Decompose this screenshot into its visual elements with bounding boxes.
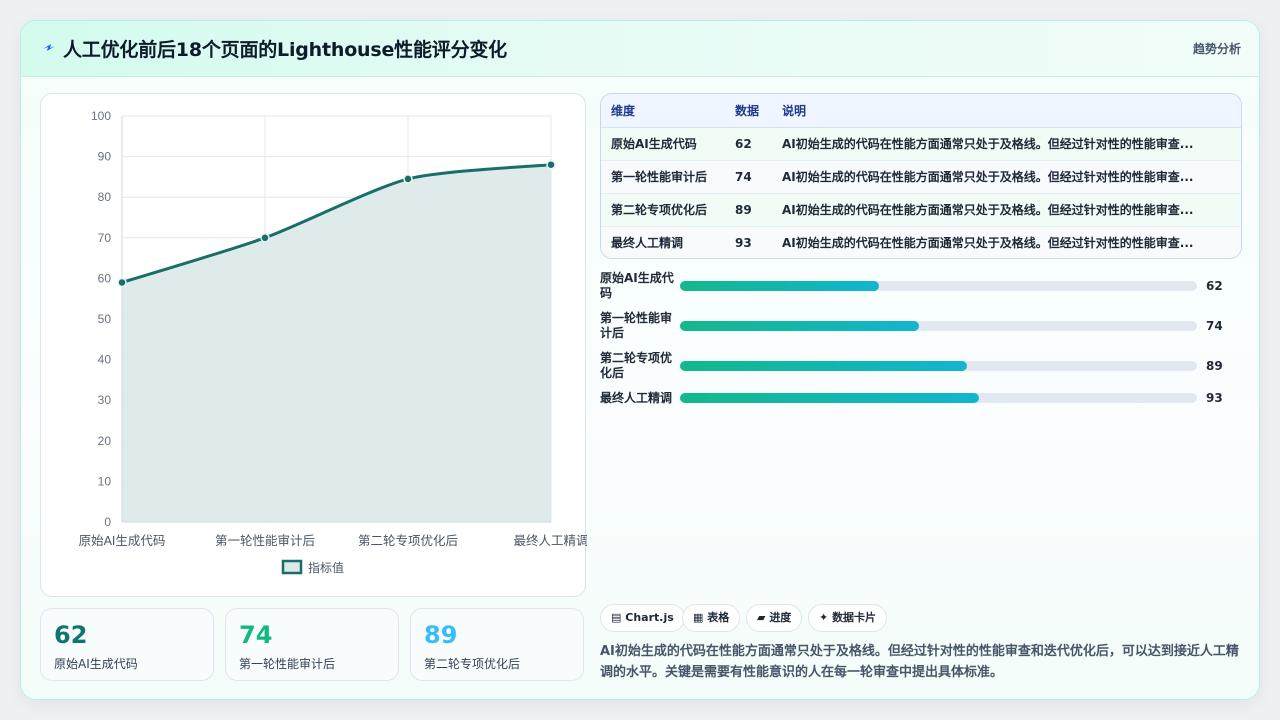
data-point (546, 159, 556, 170)
progress-track (680, 393, 1197, 403)
y-tick-label: 50 (98, 312, 112, 326)
x-tick-label: 最终人工精调 (513, 533, 587, 548)
progress-fill (680, 393, 979, 403)
chart-icon: ▤ (611, 611, 622, 624)
y-tick-label: 40 (98, 353, 112, 367)
legend-label: 指标值 (308, 560, 344, 575)
stat-label: 原始AI生成代码 (54, 657, 138, 671)
page-title: 人工优化前后18个页面的Lighthouse性能评分变化 (63, 39, 507, 61)
column-header-description: 说明 (772, 94, 1241, 128)
stat-card-3: 89 第二轮专项优化后 (410, 608, 584, 681)
data-point (260, 233, 270, 243)
column-header-dimension: 维度 (601, 94, 725, 128)
x-tick-label: 原始AI生成代码 (79, 534, 166, 548)
stat-value: 74 (239, 621, 273, 649)
cell-description: AI初始生成的代码在性能方面通常只处于及格线。但经过针对性的性能审查... (772, 160, 1241, 194)
y-tick-label: 70 (98, 231, 112, 245)
progress-value: 74 (1206, 319, 1223, 333)
chip-label: 进度 (769, 611, 792, 624)
cell-dimension: 最终人工精调 (601, 226, 725, 258)
cell-description: AI初始生成的代码在性能方面通常只处于及格线。但经过针对性的性能审查... (772, 193, 1241, 227)
cell-value: 62 (725, 127, 772, 161)
progress-track (680, 281, 1197, 291)
stat-label: 第二轮专项优化后 (424, 657, 521, 671)
summary-text: AI初始生成的代码在性能方面通常只处于及格线。但经过针对性的性能审查和迭代优化后… (600, 644, 1239, 680)
sparkle-icon (43, 44, 55, 51)
y-tick-label: 60 (98, 271, 112, 285)
y-tick-label: 0 (104, 515, 111, 529)
column-header-data: 数据 (725, 94, 772, 128)
stat-card-2: 74 第一轮性能审计后 (225, 608, 399, 681)
x-tick-label: 第一轮性能审计后 (215, 533, 315, 548)
progress-label: 第二轮专项优化后 (600, 351, 673, 380)
trend-analysis-tag[interactable]: 趋势分析 (1193, 40, 1241, 57)
chip-table[interactable]: ▦ 表格 (682, 604, 741, 632)
data-point (117, 277, 127, 288)
y-tick-label: 20 (98, 434, 112, 448)
progress-label: 最终人工精调 (600, 391, 673, 405)
progress-value: 93 (1206, 391, 1223, 405)
stat-card-1: 62 原始AI生成代码 (40, 608, 214, 681)
chip-chartjs[interactable]: ▤ Chart.js (600, 604, 685, 632)
table-icon: ▦ (693, 611, 704, 624)
line-chart-panel: 0 10 20 30 40 50 60 70 80 90 100 原始AI生成代码 第一轮性能审计后 第二… (40, 93, 587, 597)
table-row: 第一轮性能审计后 74 AI初始生成的代码在性能方面通常只处于及格线。但经过针对… (601, 160, 1241, 194)
y-tick-label: 90 (98, 150, 112, 164)
dashboard-card: 人工优化前后18个页面的Lighthouse性能评分变化 趋势分析 0 10 20 3… (20, 20, 1260, 700)
cell-dimension: 原始AI生成代码 (601, 127, 725, 161)
y-tick-label: 80 (98, 190, 112, 204)
progress-track (680, 321, 1197, 331)
series-area (122, 164, 551, 522)
legend-swatch (281, 559, 303, 575)
progress-fill (680, 361, 967, 371)
cell-description: AI初始生成的代码在性能方面通常只处于及格线。但经过针对性的性能审查... (772, 226, 1241, 258)
chip-progress[interactable]: ▰ 进度 (746, 604, 803, 632)
x-tick-label: 第二轮专项优化后 (358, 533, 458, 548)
progress-fill (680, 321, 919, 331)
cell-dimension: 第二轮专项优化后 (601, 193, 725, 227)
cell-dimension: 第一轮性能审计后 (601, 160, 725, 194)
y-tick-label: 10 (98, 474, 112, 488)
table-row: 最终人工精调 93 AI初始生成的代码在性能方面通常只处于及格线。但经过针对性的… (601, 226, 1241, 258)
data-point (403, 174, 413, 184)
chip-label: Chart.js (625, 611, 674, 624)
progress-fill (680, 281, 880, 291)
table-row: 原始AI生成代码 62 AI初始生成的代码在性能方面通常只处于及格线。但经过针对… (601, 127, 1241, 161)
cell-description: AI初始生成的代码在性能方面通常只处于及格线。但经过针对性的性能审查... (772, 127, 1241, 161)
table-header-row: 维度 数据 说明 (601, 94, 1241, 128)
chip-label: 表格 (707, 611, 730, 624)
progress-track (680, 361, 1197, 371)
data-table: 维度 数据 说明 原始AI生成代码 62 AI初始生成的代码在性能方面通常只处于… (600, 93, 1242, 259)
stat-label: 第一轮性能审计后 (239, 657, 336, 671)
header: 人工优化前后18个页面的Lighthouse性能评分变化 趋势分析 (21, 21, 1259, 77)
stat-value: 62 (54, 621, 88, 649)
cell-value: 74 (725, 160, 772, 194)
chip-label: 数据卡片 (832, 611, 877, 624)
cell-value: 93 (725, 226, 772, 258)
line-chart: 0 10 20 30 40 50 60 70 80 90 100 原始AI生成代码 第一轮性能审计后 第二… (79, 109, 587, 575)
cell-value: 89 (725, 193, 772, 227)
progress-label: 第一轮性能审计后 (600, 311, 673, 340)
card-icon: ✦ (819, 611, 829, 624)
table-row: 第二轮专项优化后 89 AI初始生成的代码在性能方面通常只处于及格线。但经过针对… (601, 193, 1241, 227)
progress-label: 原始AI生成代码 (600, 271, 674, 300)
chip-data-card[interactable]: ✦ 数据卡片 (808, 604, 888, 632)
progress-icon: ▰ (757, 611, 766, 624)
y-tick-label: 100 (91, 109, 111, 123)
progress-value: 62 (1206, 279, 1223, 293)
stat-value: 89 (424, 621, 458, 649)
y-tick-label: 30 (98, 393, 112, 407)
progress-value: 89 (1206, 359, 1223, 373)
